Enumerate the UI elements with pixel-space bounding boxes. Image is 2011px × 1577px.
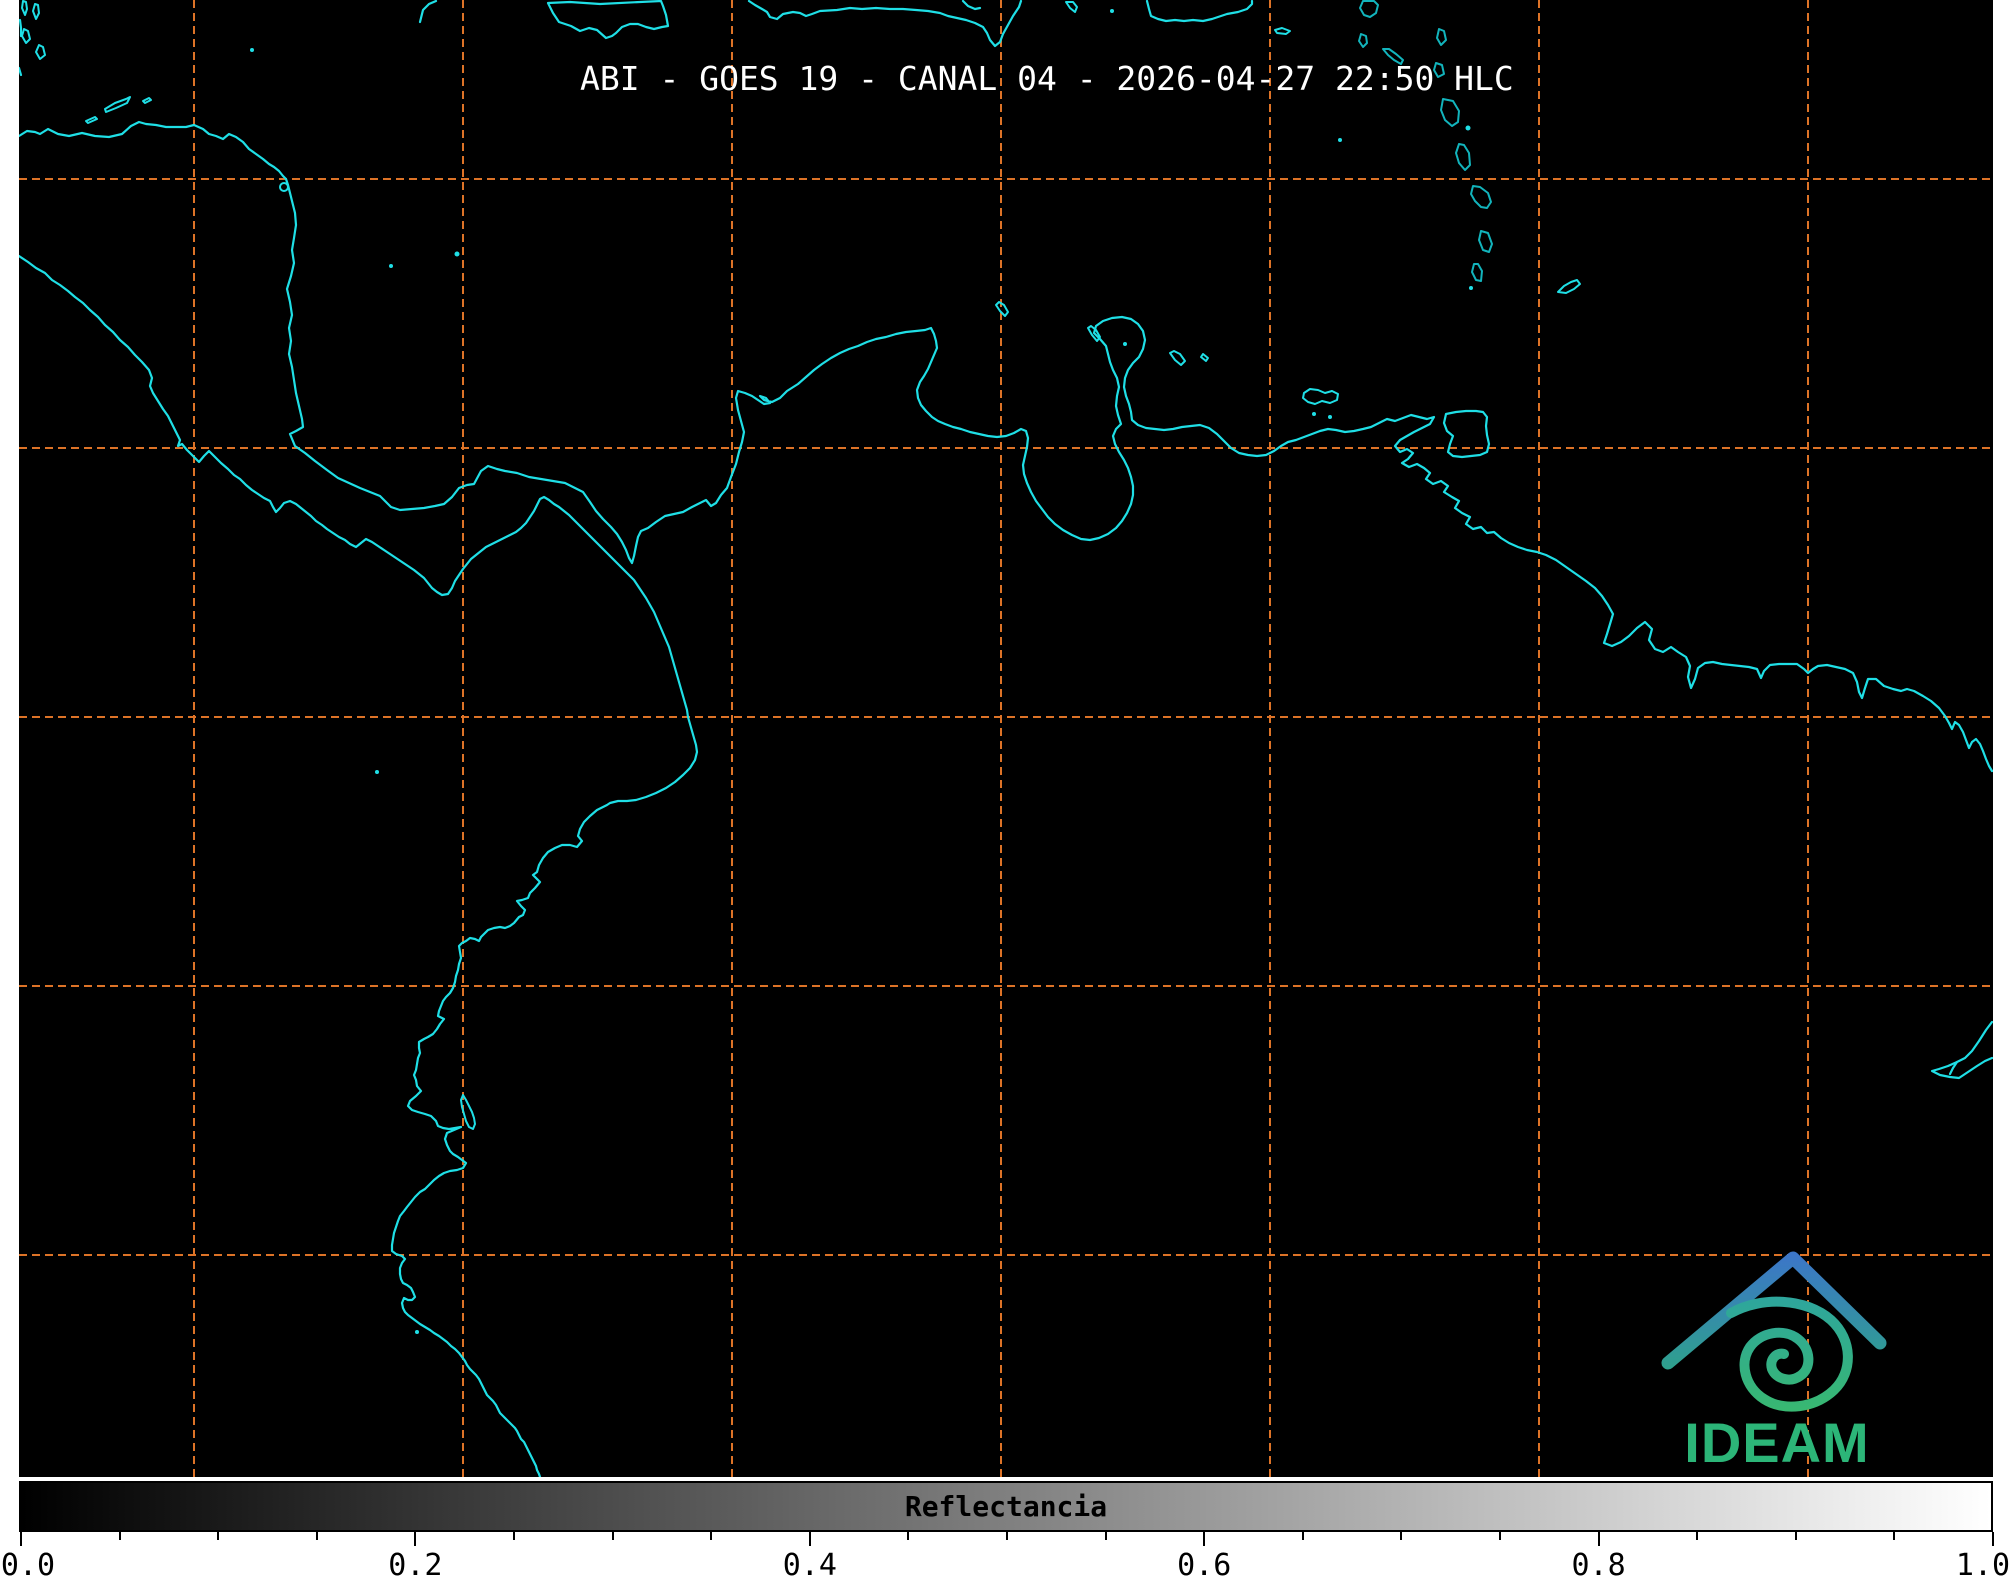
satellite-map: IDEAM ABI - GOES 19 - CANAL 04 - 2026-04…: [19, 0, 1993, 1477]
colorbar-tick-label: 0.0: [0, 1548, 56, 1577]
colorbar-minor-tick: [1302, 1532, 1304, 1540]
island-tobago: [1558, 280, 1580, 293]
coastline-puerto-rico: [1147, 1, 1252, 21]
colorbar-tick-label: 0.6: [1176, 1548, 1232, 1577]
colorbar-minor-tick: [1696, 1532, 1698, 1540]
map-title: ABI - GOES 19 - CANAL 04 - 2026-04-27 22…: [580, 62, 1514, 96]
coastline-pacific: [19, 256, 697, 1477]
colorbar-label: Reflectancia: [21, 1483, 1991, 1530]
coastline-belize-bay-islands: [19, 1, 254, 123]
satellite-figure: IDEAM ABI - GOES 19 - CANAL 04 - 2026-04…: [0, 0, 2011, 1577]
colorbar-minor-tick: [1006, 1532, 1008, 1540]
coastline-caribbean-mainland: [19, 122, 1992, 771]
island-vieques: [1275, 28, 1290, 34]
island-providencia: [455, 252, 460, 257]
logo-wordmark: IDEAM: [1684, 1411, 1869, 1474]
colorbar-minor-tick: [1795, 1532, 1797, 1540]
colorbar-minor-tick: [1400, 1532, 1402, 1540]
colorbar-minor-tick: [217, 1532, 219, 1540]
coastline-jamaica: [548, 1, 668, 38]
colorbar-axis: 0.0 0.2 0.4 0.6 0.8 1.0: [0, 1532, 2011, 1577]
colorbar-major-tick: [20, 1532, 22, 1546]
colorbar-tick-label: 1.0: [1955, 1548, 2011, 1577]
island-swan: [250, 48, 254, 52]
colorbar-minor-tick: [1893, 1532, 1895, 1540]
logo-spiral-icon: [1731, 1302, 1848, 1407]
colorbar-minor-tick: [1499, 1532, 1501, 1540]
map-canvas: IDEAM: [19, 0, 1993, 1477]
colorbar-major-tick: [1203, 1532, 1205, 1546]
colorbar-tick-label: 0.4: [782, 1548, 838, 1577]
island-miskito-cay: [280, 183, 288, 191]
island-margarita: [1303, 389, 1338, 404]
coastline-hispaniola-fragment: [963, 1, 980, 9]
coastline-amazon-mouth: [1932, 1022, 1992, 1078]
colorbar-tick-label: 0.2: [387, 1548, 443, 1577]
coastline-lesser-antilles: [1338, 1, 1492, 290]
colorbar-minor-tick: [316, 1532, 318, 1540]
colorbar-tick-label: 0.8: [1571, 1548, 1627, 1577]
colorbar-major-tick: [1598, 1532, 1600, 1546]
island-san-andres: [389, 264, 393, 268]
island-aves: [1338, 138, 1342, 142]
coastline-trinidad: [1444, 411, 1489, 457]
colorbar-major-tick: [414, 1532, 416, 1546]
island-malpelo: [375, 770, 379, 774]
island-dot: [1110, 9, 1114, 13]
colorbar-minor-tick: [907, 1532, 909, 1540]
reflectance-colorbar: Reflectancia: [19, 1481, 1993, 1532]
colorbar-minor-tick: [710, 1532, 712, 1540]
island-peru-coast: [415, 1330, 419, 1334]
colorbar-minor-tick: [1105, 1532, 1107, 1540]
colorbar-minor-tick: [612, 1532, 614, 1540]
coastline-abc-islands: [996, 302, 1208, 365]
coastline-cuba-fragment: [420, 1, 436, 22]
ideam-logo: IDEAM: [1668, 1258, 1880, 1474]
colorbar-major-tick: [809, 1532, 811, 1546]
graticule-gridlines: [19, 0, 1993, 1477]
colorbar-major-tick: [1992, 1532, 1994, 1546]
colorbar-minor-tick: [513, 1532, 515, 1540]
colorbar-minor-tick: [119, 1532, 121, 1540]
island-mona: [1066, 2, 1077, 12]
